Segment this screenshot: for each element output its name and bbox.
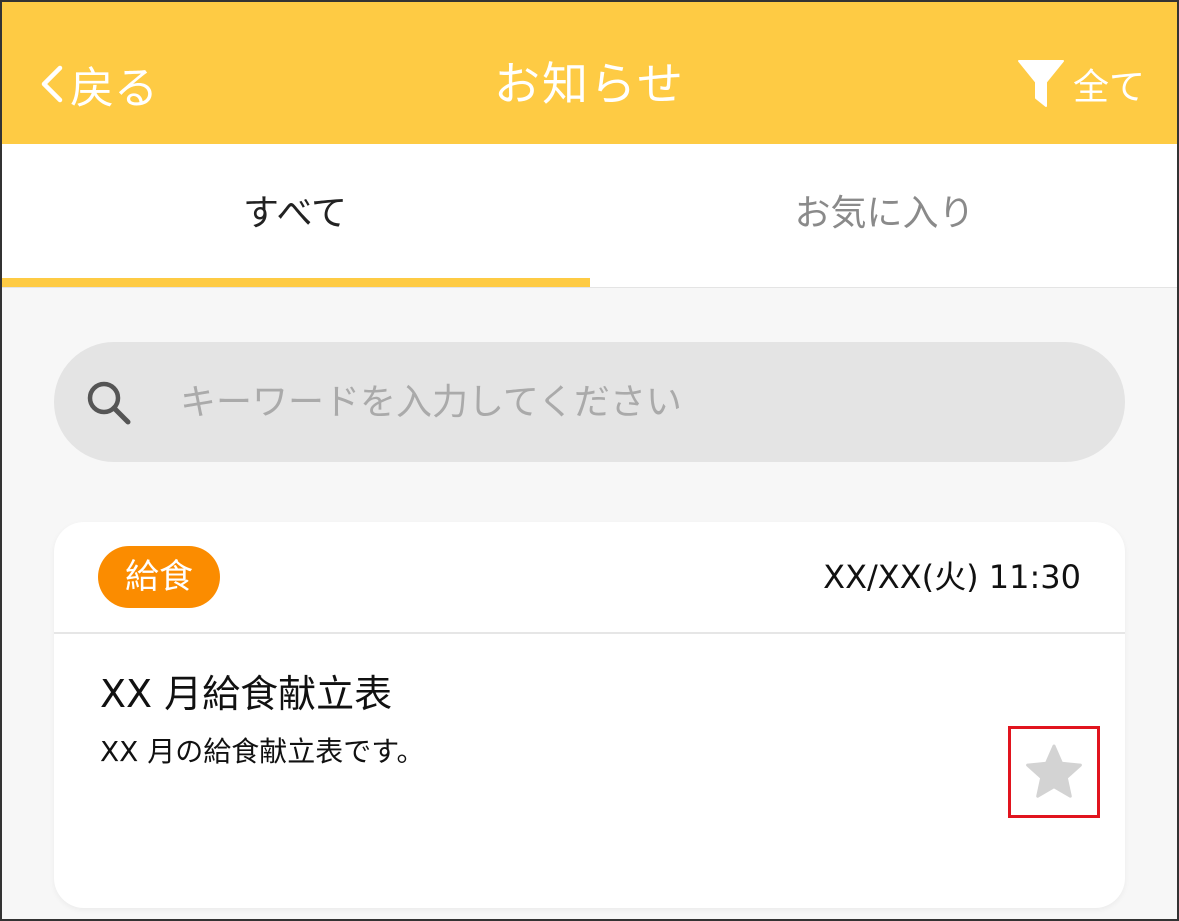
notice-card-header: 給食 XX/XX(火) 11:30 (54, 522, 1125, 634)
search-input[interactable] (180, 342, 1080, 462)
notice-description: XX 月の給食献立表です。 (100, 735, 425, 768)
star-icon (1026, 744, 1082, 798)
favorite-button[interactable] (1008, 726, 1100, 818)
search-icon (87, 381, 131, 425)
notice-datetime: XX/XX(火) 11:30 (823, 558, 1081, 596)
tab-favorites[interactable]: お気に入り (590, 144, 1179, 288)
tab-bar: すべて お気に入り (0, 144, 1179, 288)
active-tab-indicator (0, 278, 590, 287)
filter-label: 全て (1072, 67, 1145, 108)
tab-all[interactable]: すべて (0, 144, 590, 288)
filter-button[interactable]: 全て (1017, 56, 1145, 112)
page-title: お知らせ (493, 57, 686, 111)
notice-title: XX 月給食献立表 (100, 672, 393, 716)
search-bar (54, 342, 1125, 462)
filter-icon (1017, 60, 1064, 107)
category-badge: 給食 (98, 546, 220, 608)
notice-card[interactable]: 給食 XX/XX(火) 11:30 XX 月給食献立表 XX 月の給食献立表です… (54, 522, 1125, 908)
app-header: 戻る お知らせ 全て (0, 0, 1179, 144)
